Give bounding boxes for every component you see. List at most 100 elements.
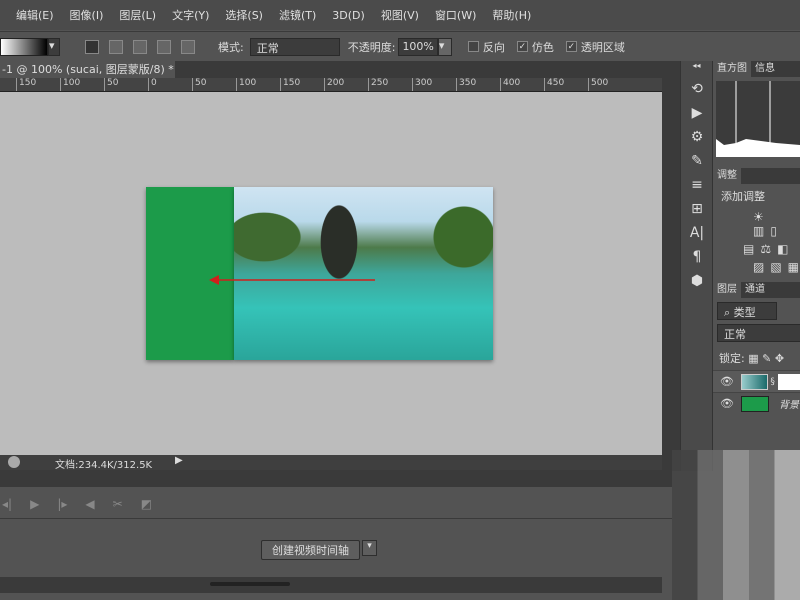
create-video-timeline-button[interactable]: 创建视频时间轴 [261,540,360,560]
brush-presets-icon[interactable]: ≡ [681,173,713,197]
clone-source-icon[interactable]: ⊞ [681,197,713,221]
adjustment-icons-row3[interactable]: ▨▧▦ [713,256,800,274]
brush-icon[interactable]: ✎ [681,149,713,173]
lock-row: 锁定: ▦ ✎ ✥ [713,346,800,370]
character-icon[interactable]: A| [681,221,713,245]
filter-kind: 类型 [733,306,756,319]
angle-gradient-button[interactable] [133,39,147,54]
panel-gutter [662,61,680,471]
ruler-label: 50 [192,78,206,91]
play-icon[interactable]: ▶ [30,497,39,511]
tab-layers[interactable]: 图层 [713,282,741,298]
paragraph-icon[interactable]: ¶ [681,245,713,269]
document-tab[interactable]: -1 @ 100% (sucai, 图层蒙版/8) * × [0,61,175,93]
adjustment-icons[interactable]: ☀▥▯ [713,208,800,238]
menu-bar: 编辑(E) 图像(I) 图层(L) 文字(Y) 选择(S) 滤镜(T) 3D(D… [0,0,800,30]
opacity-label: 不透明度: [347,40,396,54]
3d-icon[interactable]: ⬢ [681,269,713,293]
right-panels: 直方图 信息 调整 添加调整 ☀▥▯ ▤⚖◧ ▨▧▦ 图层 通道 ⌕ 类型 正常 锁… [712,61,800,471]
menu-3d[interactable]: 3D(D) [332,9,365,22]
collapse-icon[interactable]: ◂◂ [681,61,712,77]
mask-thumbnail[interactable] [778,373,800,390]
ruler-label: 150 [16,78,36,91]
layer-filter-select[interactable]: ⌕ 类型 [717,302,777,320]
timeline-dropdown[interactable]: ▾ [362,540,377,556]
ruler-label: 500 [588,78,608,91]
lock-label: 锁定: [719,352,745,365]
panel-icon-column: ◂◂ ⟲ ▶ ⚙ ✎ ≡ ⊞ A| ¶ ⬢ [680,61,712,471]
layer-thumbnail [741,395,769,412]
radial-gradient-button[interactable] [109,39,123,54]
menu-window[interactable]: 窗口(W) [435,7,476,23]
menu-help[interactable]: 帮助(H) [492,7,531,23]
opacity-dropdown[interactable]: ▾ [437,37,452,56]
menu-layer[interactable]: 图层(L) [119,7,156,23]
previous-frame-icon[interactable]: ◂| [2,497,12,511]
ruler-label: 300 [412,78,432,91]
transition-icon[interactable]: ◩ [141,497,152,511]
layer-row-background[interactable]: 👁 背景 [713,392,800,414]
ruler-label: 400 [500,78,520,91]
timeline-panel: ◂| ▶ |▸ ◀ ✂ ◩ 创建视频时间轴 ▾ [0,470,672,595]
status-menu-arrow-icon[interactable]: ▶ [175,455,183,466]
menu-type[interactable]: 文字(Y) [172,7,209,23]
ruler-label: 50 [104,78,118,91]
menu-select[interactable]: 选择(S) [225,7,263,23]
layer-name: 背景 [779,400,799,411]
eye-icon[interactable]: 👁 [713,397,741,410]
actions-icon[interactable]: ▶ [681,101,713,125]
menu-edit[interactable]: 编辑(E) [16,7,54,23]
timeline-zoom-slider[interactable] [210,582,290,586]
gradient-drag-arrow [209,275,375,285]
opacity-input[interactable]: 100% [398,37,438,56]
menu-view[interactable]: 视图(V) [381,7,419,23]
lock-icons[interactable]: ▦ ✎ ✥ [748,352,784,365]
tab-adjustments[interactable]: 调整 [713,168,741,184]
status-bar: 文档:234.4K/312.5K ▶ [0,455,662,471]
mode-select[interactable]: 正常 [249,37,340,56]
tab-histogram[interactable]: 直方图 [713,61,751,77]
scissors-icon[interactable]: ✂ [113,497,123,511]
adjustment-icons-row2[interactable]: ▤⚖◧ [713,238,800,256]
menu-filter[interactable]: 滤镜(T) [279,7,316,23]
history-icon[interactable]: ⟲ [681,77,713,101]
pixelated-overlay [672,450,800,600]
document-tab-title: -1 @ 100% (sucai, 图层蒙版/8) * [2,63,174,76]
doc-size: 文档:234.4K/312.5K [55,460,153,471]
ruler-label: 100 [236,78,256,91]
gradient-picker[interactable] [0,37,48,56]
options-bar: ▾ 模式: 正常 不透明度: 100% ▾ 反向 ✓ 仿色 ✓ 透明区域 [0,31,800,61]
transparency-label: 透明区域 [580,40,625,54]
reflected-gradient-button[interactable] [157,39,171,54]
horizontal-ruler: 150 100 50 0 50 100 150 200 250 300 350 … [0,78,662,92]
ruler-label: 0 [148,78,157,91]
audio-icon[interactable]: ◀ [85,497,94,511]
ruler-label: 250 [368,78,388,91]
tab-channels[interactable]: 通道 [741,282,769,298]
add-adjustment-label: 添加调整 [721,190,765,203]
ruler-label: 350 [456,78,476,91]
diamond-gradient-button[interactable] [181,39,195,54]
link-icon: § [770,376,775,387]
linear-gradient-button[interactable] [85,39,99,54]
tab-info[interactable]: 信息 [751,61,779,77]
layer-row-sucai[interactable]: 👁 § [713,370,800,392]
gradient-dropdown[interactable]: ▾ [48,37,60,56]
dither-checkbox[interactable]: ✓ [516,41,528,52]
blend-mode-select[interactable]: 正常 [717,324,800,342]
reverse-checkbox[interactable] [467,41,479,52]
transparency-checkbox[interactable]: ✓ [565,41,577,52]
ruler-label: 450 [544,78,564,91]
eye-icon[interactable]: 👁 [713,375,741,388]
mode-label: 模式: [218,40,244,54]
layer-thumbnail [740,373,769,390]
reverse-label: 反向 [482,40,505,54]
properties-icon[interactable]: ⚙ [681,125,713,149]
menu-image[interactable]: 图像(I) [70,7,104,23]
histogram-chart [716,81,800,157]
ruler-label: 100 [60,78,80,91]
next-frame-icon[interactable]: |▸ [57,497,67,511]
ruler-label: 150 [280,78,300,91]
dither-label: 仿色 [531,40,554,54]
zoom-icon[interactable] [8,456,20,468]
